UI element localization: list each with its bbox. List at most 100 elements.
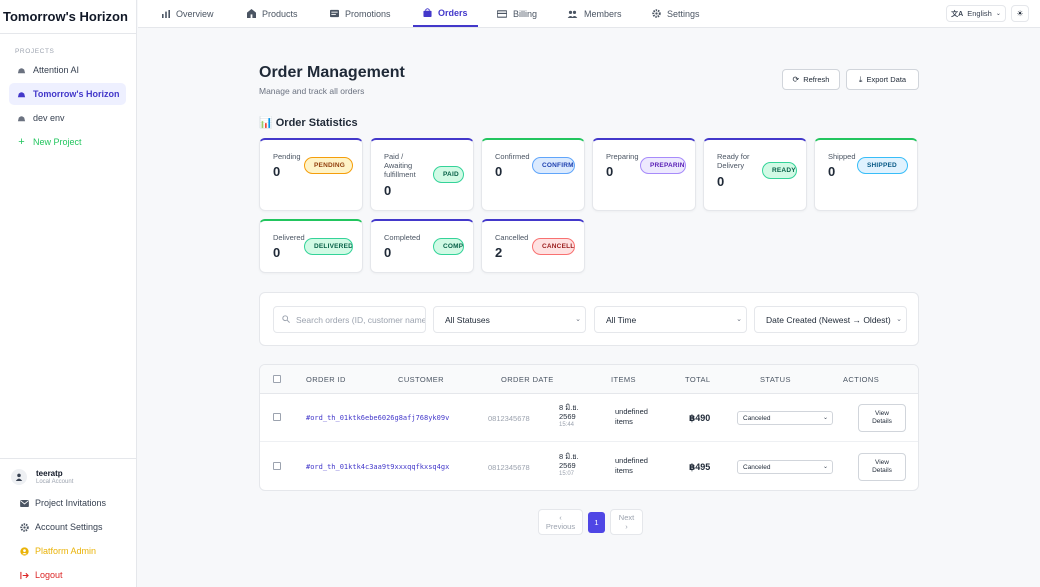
stat-count: 0 (273, 245, 281, 260)
status-filter-select[interactable]: All Statuses ⌄ (433, 306, 586, 333)
next-label: Next (618, 513, 635, 522)
search-input[interactable]: Search orders (ID, customer name...) (273, 306, 426, 333)
order-status-value: Canceled (743, 414, 771, 422)
stat-card-shipped[interactable]: Shipped 0 SHIPPED (814, 138, 918, 211)
account-settings-link[interactable]: Account Settings (0, 515, 137, 539)
sort-select[interactable]: Date Created (Newest → Oldest) ⌄ (754, 306, 907, 333)
order-status-select[interactable]: Canceled ⌄ (737, 411, 833, 425)
tab-label: Products (262, 8, 298, 19)
column-header-items: ITEMS (611, 375, 636, 384)
customer-phone: 0812345678 (488, 463, 530, 472)
select-all-checkbox[interactable] (273, 375, 281, 383)
order-items: undefined items (615, 456, 648, 476)
billing-icon (497, 9, 507, 18)
stat-card-completed[interactable]: Completed 0 COMPLETED (370, 219, 474, 273)
view-details-button[interactable]: View Details (858, 453, 906, 481)
stat-label: Ready for Delivery (717, 152, 750, 170)
search-icon (282, 314, 290, 325)
sidebar-project-dev-env[interactable]: dev env (9, 107, 126, 129)
order-date-day: 8 มิ.ย. (559, 403, 579, 412)
platform-admin-link[interactable]: Platform Admin (0, 539, 137, 563)
previous-page-button[interactable]: ‹ Previous (538, 509, 583, 535)
status-badge: CONFIRMED (532, 157, 575, 174)
bar-chart-icon (162, 9, 170, 18)
refresh-label: Refresh (803, 75, 830, 84)
tab-label: Settings (667, 8, 700, 19)
tab-products[interactable]: Products (247, 0, 298, 27)
view-details-button[interactable]: View Details (858, 404, 906, 432)
table-row[interactable]: #ord_th_01ktk4c3aa9t9xxxqqfkxsq4gx 08123… (260, 443, 918, 490)
view-details-label: View (875, 459, 889, 466)
user-name: teeratp (36, 469, 63, 478)
stat-label: Completed (384, 233, 421, 242)
logout-label: Logout (35, 570, 63, 580)
stat-card-ready-for-delivery[interactable]: Ready for Delivery 0 READY (703, 138, 807, 211)
brand-title: Tomorrow's Horizon (0, 0, 136, 34)
tab-members[interactable]: Members (567, 0, 622, 27)
chevron-down-icon: ⌄ (575, 316, 581, 323)
tab-billing[interactable]: Billing (497, 0, 537, 27)
chevron-down-icon: ⌄ (995, 11, 1001, 17)
projects-section-label: PROJECTS (15, 48, 55, 55)
tab-overview[interactable]: Overview (162, 0, 214, 27)
project-invitations-link[interactable]: Project Invitations (0, 491, 137, 515)
sidebar-project-attention-ai[interactable]: Attention AI (9, 59, 126, 81)
project-icon (17, 66, 26, 75)
order-items: undefined items (615, 407, 648, 427)
column-header-actions: ACTIONS (843, 375, 880, 384)
order-total: ฿490 (689, 413, 711, 423)
order-date-year: 2569 (559, 461, 576, 470)
logout-icon (20, 571, 29, 580)
column-header-order-id: ORDER ID (306, 375, 346, 384)
page-subtitle: Manage and track all orders (259, 86, 365, 96)
order-status-select[interactable]: Canceled ⌄ (737, 460, 833, 474)
row-checkbox[interactable] (273, 462, 281, 470)
page-number-current[interactable]: 1 (588, 511, 605, 533)
gear-icon (652, 9, 661, 18)
order-time: 15:44 (559, 422, 575, 428)
next-page-button[interactable]: Next › (610, 509, 643, 535)
user-profile[interactable]: teeratp Local Account (0, 469, 137, 491)
chevron-left-icon: ‹ (559, 513, 562, 522)
column-header-status: STATUS (760, 375, 791, 384)
new-project-button[interactable]: + New Project (9, 131, 126, 153)
stat-card-preparing[interactable]: Preparing 0 PREPARING (592, 138, 696, 211)
status-badge: PREPARING (640, 157, 686, 174)
language-selector[interactable]: 文A English ⌄ (946, 5, 1006, 22)
row-checkbox[interactable] (273, 413, 281, 421)
theme-toggle-button[interactable]: ☀ (1011, 5, 1029, 22)
previous-label: Previous (545, 522, 576, 531)
pagination: ‹ Previous 1 Next › (538, 509, 643, 535)
tab-settings[interactable]: Settings (652, 0, 700, 27)
chevron-down-icon: ⌄ (822, 464, 828, 470)
table-row[interactable]: #ord_th_01ktk6ebe6026g8afj768yk09v 08123… (260, 394, 918, 442)
order-id-link[interactable]: #ord_th_01ktk6ebe6026g8afj768yk09v (306, 414, 449, 422)
time-filter-select[interactable]: All Time ⌄ (594, 306, 747, 333)
top-navigation: Overview Products Promotions Orders Bill… (138, 0, 1040, 28)
stat-card-delivered[interactable]: Delivered 0 DELIVERED (259, 219, 363, 273)
export-data-button[interactable]: ⤓ Export Data (846, 69, 919, 90)
translate-icon: 文A (951, 10, 964, 18)
stat-card-confirmed[interactable]: Confirmed0CONFIRMED (481, 138, 585, 211)
status-badge: PAID (433, 166, 464, 183)
logout-button[interactable]: Logout (0, 563, 137, 587)
order-time: 15:07 (559, 471, 575, 477)
search-placeholder: Search orders (ID, customer name...) (296, 314, 426, 325)
orders-table: ORDER ID CUSTOMER ORDER DATE ITEMS TOTAL… (259, 364, 919, 491)
stat-card-cancelled[interactable]: Cancelled2CANCELLED (481, 219, 585, 273)
sidebar-project-tomorrows-horizon[interactable]: Tomorrow's Horizon (9, 83, 126, 105)
column-header-total: TOTAL (685, 375, 711, 384)
tab-orders[interactable]: Orders (413, 0, 478, 27)
tab-label: Orders (438, 7, 468, 18)
stat-count: 0 (384, 245, 392, 260)
bag-icon (423, 8, 432, 17)
stat-card-pending[interactable]: Pending 0 PENDING (259, 138, 363, 211)
gear-icon (20, 522, 29, 532)
tab-promotions[interactable]: Promotions (330, 0, 391, 27)
account-settings-label: Account Settings (35, 522, 103, 532)
stat-card-paid-awaiting-fulfillment[interactable]: Paid / Awaiting fulfillment 0 PAID (370, 138, 474, 211)
refresh-button[interactable]: ⟳ Refresh (782, 69, 840, 90)
stat-count: 0 (606, 164, 614, 179)
order-id-link[interactable]: #ord_th_01ktk4c3aa9t9xxxqqfkxsq4gx (306, 463, 449, 471)
column-header-order-date: ORDER DATE (501, 375, 554, 384)
